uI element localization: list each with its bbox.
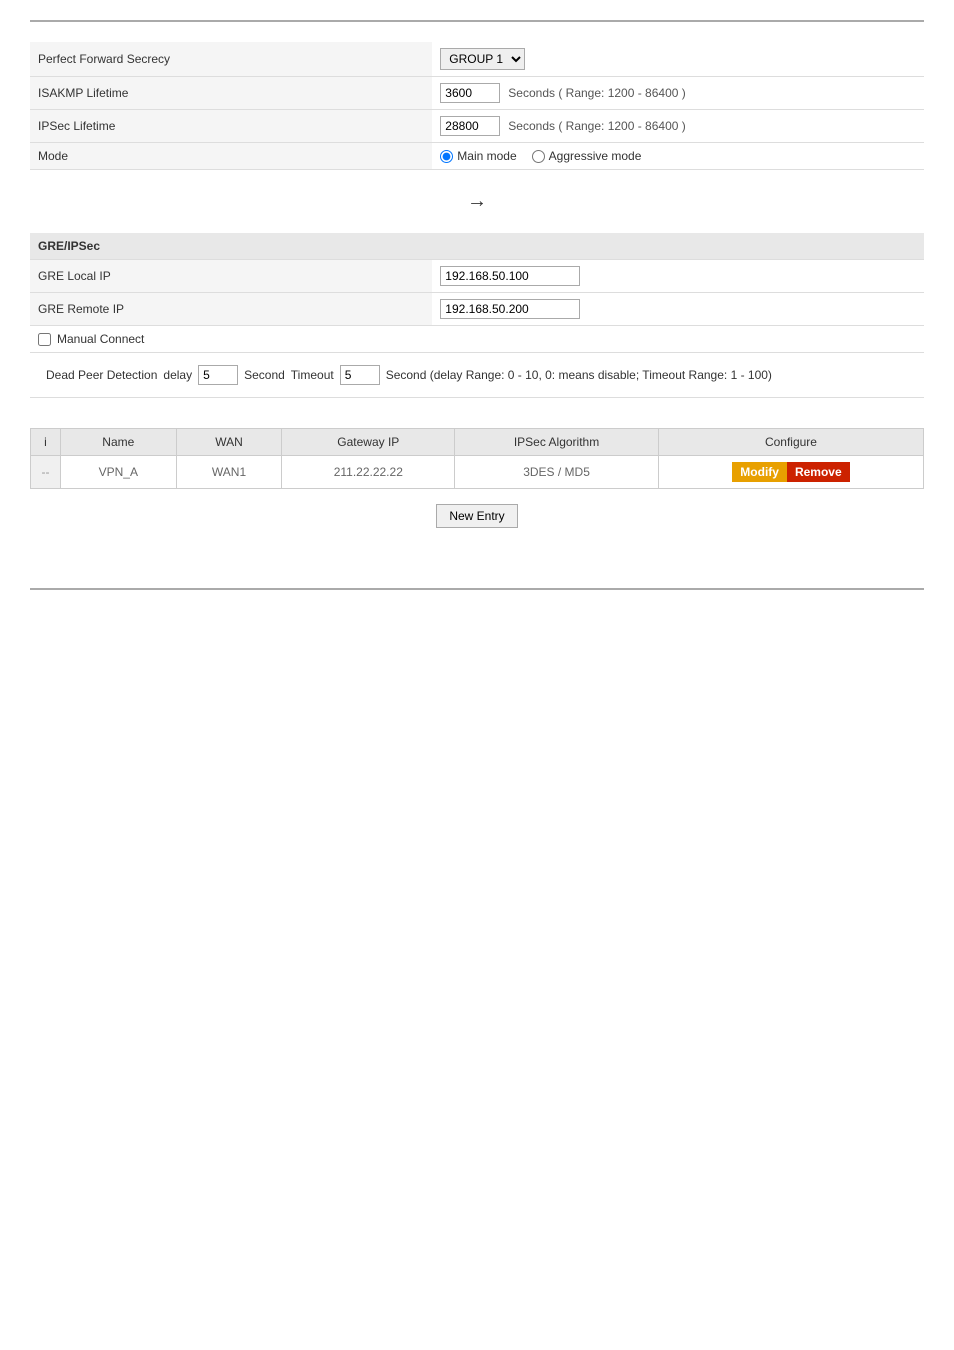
vpn-col-4: IPSec Algorithm bbox=[455, 429, 659, 456]
settings-input-2[interactable] bbox=[440, 116, 500, 136]
vpn-cell-0-1: VPN_A bbox=[61, 456, 177, 489]
settings-value-2: Seconds ( Range: 1200 - 86400 ) bbox=[432, 110, 924, 143]
gre-remote-ip-value-cell bbox=[432, 293, 924, 326]
dpd-row: Dead Peer Detection delay Second Timeout… bbox=[38, 359, 916, 391]
dpd-cell: Dead Peer Detection delay Second Timeout… bbox=[30, 353, 924, 398]
settings-hint-2: Seconds ( Range: 1200 - 86400 ) bbox=[508, 119, 685, 133]
new-entry-wrapper: New Entry bbox=[30, 504, 924, 528]
vpn-table: iNameWANGateway IPIPSec AlgorithmConfigu… bbox=[30, 428, 924, 489]
vpn-header-row: iNameWANGateway IPIPSec AlgorithmConfigu… bbox=[31, 429, 924, 456]
dpd-second-label: Second bbox=[244, 368, 285, 382]
manual-connect-checkbox[interactable] bbox=[38, 333, 51, 346]
vpn-section: iNameWANGateway IPIPSec AlgorithmConfigu… bbox=[30, 428, 924, 528]
vpn-col-5: Configure bbox=[658, 429, 923, 456]
top-border bbox=[30, 20, 924, 22]
settings-label-1: ISAKMP Lifetime bbox=[30, 77, 432, 110]
settings-label-2: IPSec Lifetime bbox=[30, 110, 432, 143]
bottom-border bbox=[30, 588, 924, 590]
settings-value-0: GROUP 1GROUP 2GROUP 5None bbox=[432, 42, 924, 77]
arrow-icon: → bbox=[467, 190, 487, 212]
gre-local-ip-input[interactable] bbox=[440, 266, 580, 286]
gre-local-ip-row: GRE Local IP bbox=[30, 260, 924, 293]
settings-row-2: IPSec Lifetime Seconds ( Range: 1200 - 86… bbox=[30, 110, 924, 143]
vpn-col-3: Gateway IP bbox=[282, 429, 455, 456]
settings-value-1: Seconds ( Range: 1200 - 86400 ) bbox=[432, 77, 924, 110]
gre-table: GRE/IPSec GRE Local IP GRE Remote IP Ma bbox=[30, 233, 924, 398]
manual-connect-checkbox-row: Manual Connect bbox=[38, 332, 916, 346]
settings-radio-input-3-1[interactable] bbox=[532, 150, 545, 163]
settings-label-3: Mode bbox=[30, 143, 432, 170]
vpn-cell-0-2: WAN1 bbox=[176, 456, 282, 489]
settings-row-1: ISAKMP Lifetime Seconds ( Range: 1200 - 8… bbox=[30, 77, 924, 110]
manual-connect-label: Manual Connect bbox=[57, 332, 144, 346]
settings-radio-label-3-0[interactable]: Main mode bbox=[440, 149, 516, 163]
dpd-label: Dead Peer Detection bbox=[46, 368, 157, 382]
settings-table: Perfect Forward Secrecy GROUP 1GROUP 2GRO… bbox=[30, 42, 924, 170]
gre-remote-ip-input[interactable] bbox=[440, 299, 580, 319]
dpd-hint: Second (delay Range: 0 - 10, 0: means di… bbox=[386, 368, 772, 382]
gre-local-ip-label: GRE Local IP bbox=[30, 260, 432, 293]
modify-button-0[interactable]: Modify bbox=[732, 462, 787, 482]
vpn-configure-cell-0: ModifyRemove bbox=[658, 456, 923, 489]
settings-input-1[interactable] bbox=[440, 83, 500, 103]
vpn-row-0: --VPN_AWAN1211.22.22.223DES / MD5ModifyR… bbox=[31, 456, 924, 489]
gre-remote-ip-label: GRE Remote IP bbox=[30, 293, 432, 326]
vpn-col-2: WAN bbox=[176, 429, 282, 456]
vpn-col-0: i bbox=[31, 429, 61, 456]
settings-row-0: Perfect Forward Secrecy GROUP 1GROUP 2GRO… bbox=[30, 42, 924, 77]
new-entry-button[interactable]: New Entry bbox=[436, 504, 517, 528]
settings-value-3: Main mode Aggressive mode bbox=[432, 143, 924, 170]
gre-section-header-row: GRE/IPSec bbox=[30, 233, 924, 260]
arrow-section: → bbox=[30, 190, 924, 213]
vpn-cell-0-0: -- bbox=[31, 456, 61, 489]
dpd-delay-label: delay bbox=[163, 368, 192, 382]
settings-label-0: Perfect Forward Secrecy bbox=[30, 42, 432, 77]
settings-select-0[interactable]: GROUP 1GROUP 2GROUP 5None bbox=[440, 48, 525, 70]
manual-connect-cell: Manual Connect bbox=[30, 326, 924, 353]
vpn-cell-0-4: 3DES / MD5 bbox=[455, 456, 659, 489]
gre-local-ip-value-cell bbox=[432, 260, 924, 293]
dpd-timeout-label: Timeout bbox=[291, 368, 334, 382]
settings-row-3: Mode Main mode Aggressive mode bbox=[30, 143, 924, 170]
dpd-row-tr: Dead Peer Detection delay Second Timeout… bbox=[30, 353, 924, 398]
gre-section-header: GRE/IPSec bbox=[30, 233, 924, 260]
settings-radio-input-3-0[interactable] bbox=[440, 150, 453, 163]
settings-hint-1: Seconds ( Range: 1200 - 86400 ) bbox=[508, 86, 685, 100]
dpd-timeout-input[interactable] bbox=[340, 365, 380, 385]
gre-remote-ip-row: GRE Remote IP bbox=[30, 293, 924, 326]
settings-radio-group-3: Main mode Aggressive mode bbox=[440, 149, 916, 163]
manual-connect-row: Manual Connect bbox=[30, 326, 924, 353]
dpd-delay-input[interactable] bbox=[198, 365, 238, 385]
remove-button-0[interactable]: Remove bbox=[787, 462, 850, 482]
page-wrapper: Perfect Forward Secrecy GROUP 1GROUP 2GRO… bbox=[0, 0, 954, 610]
settings-radio-label-3-1[interactable]: Aggressive mode bbox=[532, 149, 642, 163]
vpn-cell-0-3: 211.22.22.22 bbox=[282, 456, 455, 489]
vpn-col-1: Name bbox=[61, 429, 177, 456]
